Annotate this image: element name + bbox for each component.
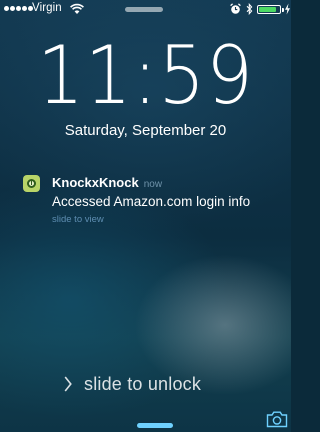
lock-screen-time: 11:59 [37, 29, 254, 122]
notification-center-grabber[interactable] [125, 7, 163, 12]
notification-header: KnockxKnock now [52, 175, 162, 190]
notification-app-name: KnockxKnock [52, 175, 139, 190]
chevron-right-icon [64, 376, 72, 392]
control-center-grabber[interactable] [137, 423, 173, 428]
signal-strength-icon [4, 6, 33, 11]
notification-time: now [143, 179, 163, 190]
slide-to-unlock[interactable]: slide to unlock [64, 372, 201, 396]
notification-action[interactable]: slide to view [52, 214, 104, 225]
lock-screen-date: Saturday, September 20 [64, 122, 227, 139]
battery-level [259, 7, 276, 12]
slide-to-unlock-label: slide to unlock [84, 373, 202, 394]
knockxknock-app-icon [23, 175, 40, 192]
bluetooth-icon [246, 3, 253, 15]
charging-icon [285, 3, 290, 15]
battery-icon [257, 5, 281, 14]
status-bar: Virgin [0, 0, 291, 18]
wifi-icon [70, 3, 84, 14]
alarm-icon [230, 3, 241, 14]
lock-screen: Virgin 11:59 Saturday, September 20 Knoc… [0, 0, 291, 432]
camera-icon[interactable] [266, 410, 288, 428]
carrier-label: Virgin [32, 2, 62, 14]
notification-message: Accessed Amazon.com login info [52, 194, 251, 209]
